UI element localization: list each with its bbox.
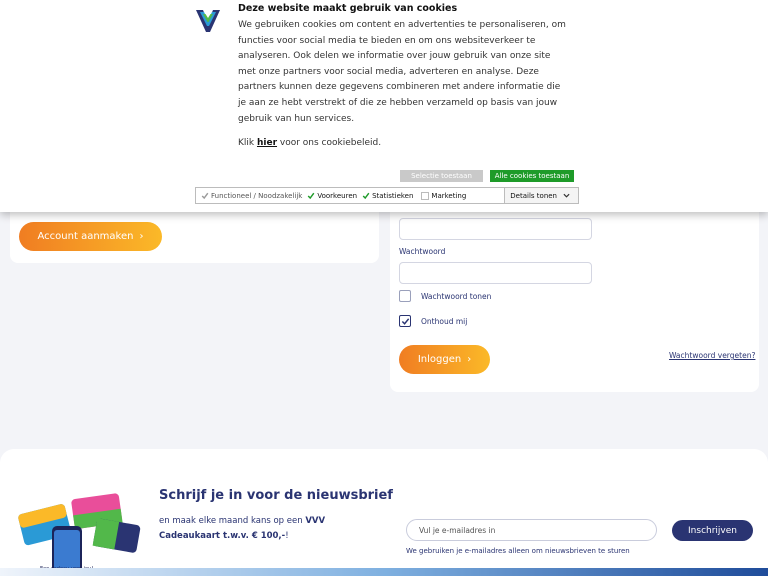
subscribe-button[interactable]: Inschrijven [672, 520, 753, 541]
email-login-input[interactable] [399, 218, 592, 240]
remember-me-label: Onthoud mij [421, 317, 468, 326]
cookie-banner: Deze website maakt gebruik van cookies W… [0, 0, 768, 212]
cookie-policy-line: Klik hier voor ons cookiebeleid. [238, 138, 382, 148]
newsletter-email-input[interactable]: Vul je e-mailadres in [406, 519, 657, 541]
footer-gradient-bar [0, 568, 768, 576]
option-functional: Functioneel / Noodzakelijk [196, 192, 302, 200]
cookie-policy-link[interactable]: hier [257, 138, 277, 148]
option-marketing[interactable]: Marketing [413, 191, 466, 200]
allow-selection-button[interactable]: Selectie toestaan [400, 170, 483, 182]
vvv-logo-icon [196, 10, 220, 32]
gift-cards-image: Een cadeau voor jou! [18, 493, 141, 576]
checkbox-checked-icon[interactable] [307, 192, 315, 200]
cookie-options-bar: Functioneel / Noodzakelijk Voorkeuren St… [195, 187, 579, 204]
email-placeholder: Vul je e-mailadres in [419, 525, 496, 535]
create-account-button[interactable]: Account aanmaken › [19, 222, 162, 251]
password-label: Wachtwoord [399, 247, 446, 256]
show-password-checkbox[interactable] [399, 290, 411, 302]
chevron-right-icon: › [467, 354, 472, 365]
newsletter-text: en maak elke maand kans op een VVV Cadea… [159, 516, 326, 541]
allow-all-cookies-button[interactable]: Alle cookies toestaan [490, 170, 574, 182]
login-label: Inloggen [417, 354, 462, 365]
checkmark-icon [401, 317, 409, 325]
show-password-label: Wachtwoord tonen [421, 292, 492, 301]
option-preferences[interactable]: Voorkeuren [302, 192, 357, 200]
checkbox-unchecked-icon[interactable] [421, 191, 430, 200]
newsletter-title: Schrijf je in voor de nieuwsbrief [159, 488, 393, 503]
chevron-down-icon [563, 193, 570, 198]
cookie-body: We gebruiken cookies om content en adver… [238, 20, 566, 124]
details-toggle[interactable]: Details tonen [504, 188, 578, 203]
newsletter-note: We gebruiken je e-mailadres alleen om ni… [406, 547, 630, 555]
checkbox-checked-icon[interactable] [362, 192, 370, 200]
cookie-title: Deze website maakt gebruik van cookies [238, 3, 458, 14]
create-account-label: Account aanmaken [37, 231, 134, 242]
forgot-password-link[interactable]: Wachtwoord vergeten? [669, 351, 755, 360]
option-statistics[interactable]: Statistieken [357, 192, 413, 200]
password-input[interactable] [399, 262, 592, 284]
login-button[interactable]: Inloggen › [399, 345, 490, 374]
remember-me-checkbox[interactable] [399, 315, 411, 327]
chevron-right-icon: › [139, 231, 144, 242]
checkbox-checked-disabled-icon [201, 192, 209, 200]
